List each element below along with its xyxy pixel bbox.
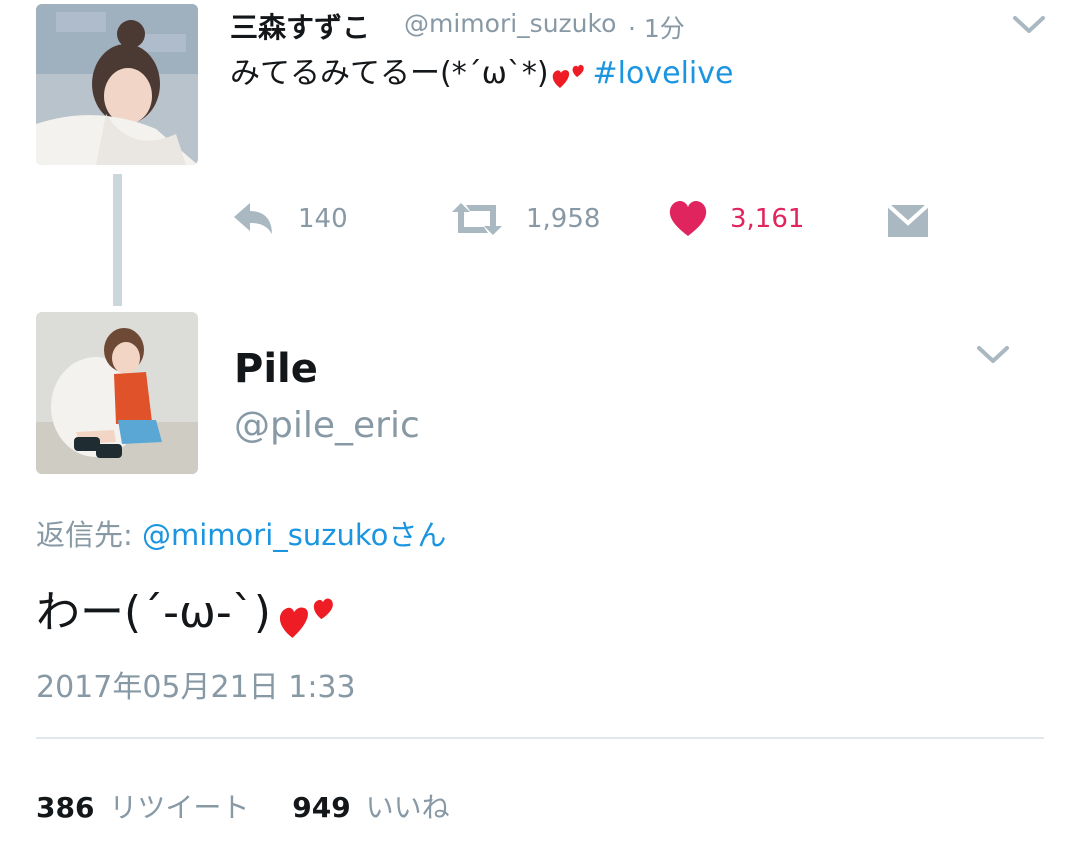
- original-display-name[interactable]: 三森すずこ: [230, 6, 370, 46]
- retweet-icon: [450, 200, 504, 238]
- retweets-count: 386: [36, 791, 95, 824]
- retweets-label: リツイート: [109, 791, 250, 824]
- avatar-pile[interactable]: [36, 312, 198, 474]
- tweet-stats: 386 リツイート 949 いいね: [36, 786, 450, 826]
- thread-line: [113, 174, 122, 306]
- original-tweet-body: みてるみてるー(*´ω`*) #lovelive: [230, 48, 733, 92]
- two-hearts-emoji-icon: [277, 585, 335, 643]
- reply-handle[interactable]: @pile_eric: [234, 405, 420, 446]
- avatar-mimori[interactable]: [36, 4, 198, 165]
- reply-chevron-down-icon[interactable]: [974, 342, 1012, 368]
- reply-display-name[interactable]: Pile: [234, 346, 318, 392]
- likes-label: いいね: [365, 791, 450, 824]
- hashtag-link[interactable]: #lovelive: [593, 56, 734, 91]
- retweet-button[interactable]: 1,958: [450, 200, 600, 238]
- direct-message-button[interactable]: [886, 203, 930, 239]
- original-tweet-text: みてるみてるー(*´ω`*): [230, 56, 549, 91]
- replying-to-label: 返信先:: [36, 518, 133, 552]
- original-handle[interactable]: @mimori_suzuko: [404, 9, 616, 38]
- reply-icon: [230, 200, 276, 238]
- two-hearts-emoji-icon: [551, 57, 585, 91]
- like-count: 3,161: [730, 204, 805, 234]
- heart-icon: [668, 200, 708, 238]
- retweet-count: 1,958: [526, 204, 601, 234]
- retweets-stat[interactable]: 386 リツイート: [36, 791, 258, 824]
- likes-stat[interactable]: 949 いいね: [292, 791, 449, 824]
- replying-to-handle[interactable]: @mimori_suzukoさん: [142, 518, 446, 552]
- reply-tweet-body: わー(´-ω-`): [36, 576, 335, 643]
- like-button[interactable]: 3,161: [668, 200, 804, 238]
- message-icon: [886, 203, 930, 239]
- likes-count: 949: [292, 791, 351, 824]
- original-time: · 1分: [628, 14, 685, 43]
- reply-button[interactable]: 140: [230, 200, 348, 238]
- divider: [36, 737, 1044, 739]
- reply-tweet-text: わー(´-ω-`): [36, 587, 271, 638]
- reply-count: 140: [298, 204, 348, 234]
- tweet-timestamp: 2017年05月21日 1:33: [36, 670, 356, 705]
- chevron-down-icon[interactable]: [1010, 12, 1048, 38]
- replying-to: 返信先: @mimori_suzukoさん: [36, 512, 446, 554]
